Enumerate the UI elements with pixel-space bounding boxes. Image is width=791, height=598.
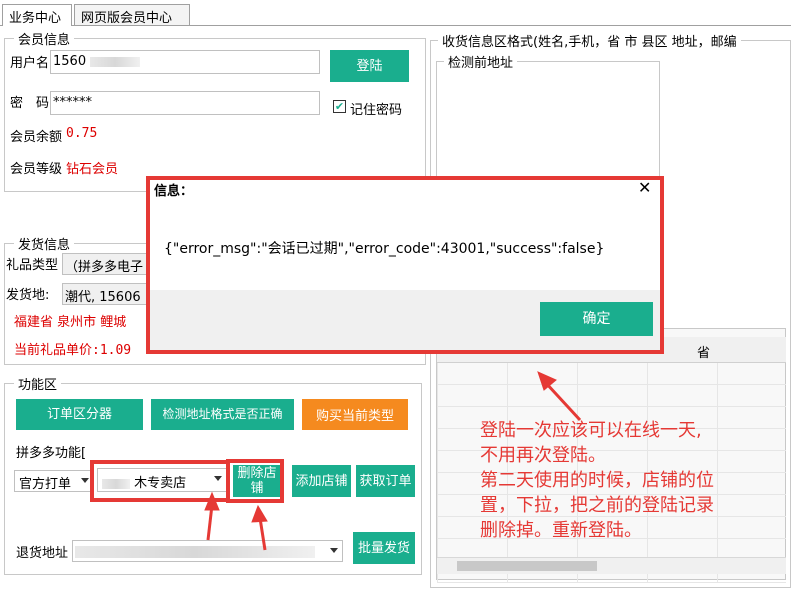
dialog-title: 信息： — [154, 184, 194, 199]
tab-business-center[interactable]: 业务中心 — [2, 4, 72, 26]
arrowhead-dialog — [537, 371, 557, 391]
arrowhead-shop-select — [204, 491, 220, 511]
close-icon[interactable]: ✕ — [638, 178, 651, 197]
arrow-to-dialog — [543, 380, 582, 422]
arrow-to-delete-shop — [258, 517, 267, 551]
error-dialog: 信息： ✕ {"error_msg":"会话已过期","error_code":… — [146, 176, 664, 354]
dialog-message: {"error_msg":"会话已过期","error_code":43001,… — [164, 241, 605, 257]
ok-button[interactable]: 确定 — [540, 302, 653, 336]
arrowhead-delete-shop — [251, 504, 268, 523]
